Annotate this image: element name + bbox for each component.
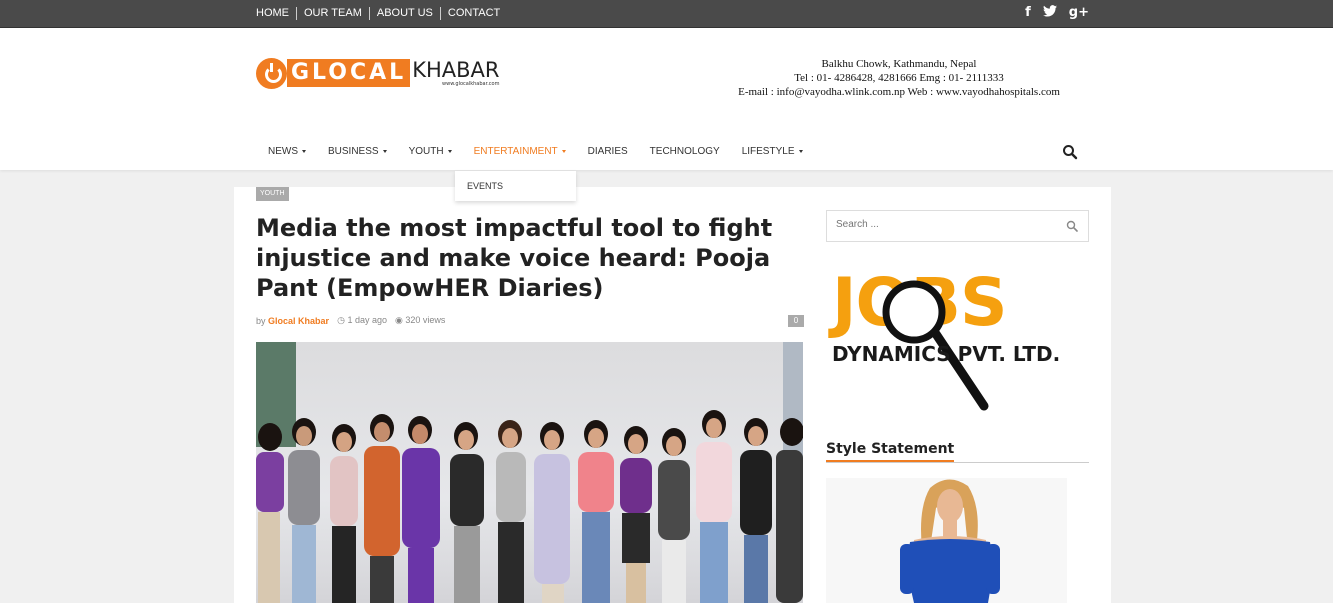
- sidebar-search: [826, 210, 1089, 242]
- meta-views: ◉ 320 views: [395, 315, 445, 326]
- nav-business-label: BUSINESS: [328, 145, 379, 157]
- site-logo[interactable]: GLOCAL KHABAR www.glocalkhabar.com: [256, 56, 499, 90]
- logo-khabar-wrap: KHABAR www.glocalkhabar.com: [412, 59, 499, 87]
- nav-diaries-label: DIARIES: [587, 145, 628, 157]
- category-badge[interactable]: YOUTH: [256, 187, 289, 201]
- hospital-ad[interactable]: Balkhu Chowk, Kathmandu, Nepal Tel : 01-…: [726, 57, 1072, 99]
- nav-youth-label: YOUTH: [408, 145, 444, 157]
- caret-down-icon: [382, 149, 387, 153]
- article-meta: by Glocal Khabar ◷ 1 day ago ◉ 320 views: [256, 315, 445, 326]
- caret-down-icon: [561, 149, 566, 153]
- sidebar-search-input[interactable]: [836, 219, 1056, 230]
- caret-down-icon: [798, 149, 803, 153]
- hospital-phone: Tel : 01- 4286428, 4281666 Emg : 01- 211…: [794, 72, 1004, 84]
- facebook-icon[interactable]: f: [1025, 5, 1031, 22]
- caret-down-icon: [447, 149, 452, 153]
- nav-lifestyle-label: LIFESTYLE: [741, 145, 795, 157]
- top-nav: HOME OUR TEAM ABOUT US CONTACT: [256, 0, 507, 26]
- top-bar: HOME OUR TEAM ABOUT US CONTACT f g+: [0, 0, 1333, 28]
- caret-down-icon: [302, 149, 306, 153]
- google-plus-icon[interactable]: g+: [1069, 5, 1089, 22]
- jobs-dynamics-ad[interactable]: JOBS DYNAMICS PVT. LTD.: [826, 262, 1089, 412]
- top-nav-contact[interactable]: CONTACT: [439, 6, 507, 20]
- author-link[interactable]: Glocal Khabar: [268, 316, 329, 326]
- clock-icon: ◷: [337, 315, 345, 325]
- meta-time-text: 1 day ago: [347, 315, 387, 325]
- nav-technology-label: TECHNOLOGY: [649, 145, 720, 157]
- widget-title-text: Style Statement: [826, 441, 955, 462]
- dropdown-item-events[interactable]: EVENTS: [467, 181, 503, 191]
- nav-news[interactable]: NEWS: [257, 146, 317, 157]
- nav-lifestyle[interactable]: LIFESTYLE: [731, 146, 814, 157]
- fashion-photo: [826, 478, 1067, 603]
- social-links: f g+: [1025, 5, 1089, 22]
- top-nav-our-team[interactable]: OUR TEAM: [296, 6, 369, 20]
- article-featured-image: [256, 342, 803, 603]
- hospital-address: Balkhu Chowk, Kathmandu, Nepal: [821, 58, 977, 70]
- nav-entertainment[interactable]: ENTERTAINMENT: [463, 146, 577, 157]
- logo-url: www.glocalkhabar.com: [442, 81, 500, 87]
- nav-entertainment-label: ENTERTAINMENT: [473, 145, 558, 157]
- entertainment-dropdown: EVENTS: [455, 171, 576, 201]
- search-icon: [1063, 145, 1078, 160]
- logo-glocal: GLOCAL: [287, 59, 411, 87]
- nav-technology[interactable]: TECHNOLOGY: [639, 146, 731, 157]
- power-icon: [256, 57, 287, 89]
- meta-by-label: by: [256, 315, 266, 326]
- twitter-icon[interactable]: [1042, 5, 1057, 22]
- top-nav-about-us[interactable]: ABOUT US: [368, 6, 440, 20]
- comment-count-badge[interactable]: 0: [788, 315, 804, 327]
- site-header: GLOCAL KHABAR www.glocalkhabar.com Balkh…: [0, 28, 1333, 170]
- jobs-ad-company: DYNAMICS PVT. LTD.: [832, 342, 1061, 366]
- nav-news-label: NEWS: [268, 145, 298, 157]
- hospital-contact: E-mail : info@vayodha.wlink.com.np Web :…: [738, 86, 1060, 98]
- meta-time: ◷ 1 day ago: [337, 315, 387, 326]
- top-nav-home[interactable]: HOME: [256, 7, 296, 20]
- group-photo: [256, 410, 803, 603]
- header-search-button[interactable]: [1062, 144, 1078, 160]
- nav-business[interactable]: BUSINESS: [317, 146, 398, 157]
- nav-youth[interactable]: YOUTH: [398, 146, 463, 157]
- search-icon[interactable]: [1066, 220, 1078, 232]
- article-title: Media the most impactful tool to fight i…: [256, 214, 773, 302]
- style-statement-widget-title: Style Statement: [826, 440, 1089, 463]
- style-statement-image[interactable]: [826, 478, 1067, 603]
- nav-diaries[interactable]: DIARIES: [577, 146, 639, 157]
- logo-khabar: KHABAR: [412, 58, 500, 82]
- meta-by: by Glocal Khabar: [256, 316, 329, 326]
- main-nav: NEWS BUSINESS YOUTH ENTERTAINMENT DIARIE…: [257, 144, 814, 158]
- meta-views-text: 320 views: [405, 315, 446, 325]
- eye-icon: ◉: [394, 315, 403, 325]
